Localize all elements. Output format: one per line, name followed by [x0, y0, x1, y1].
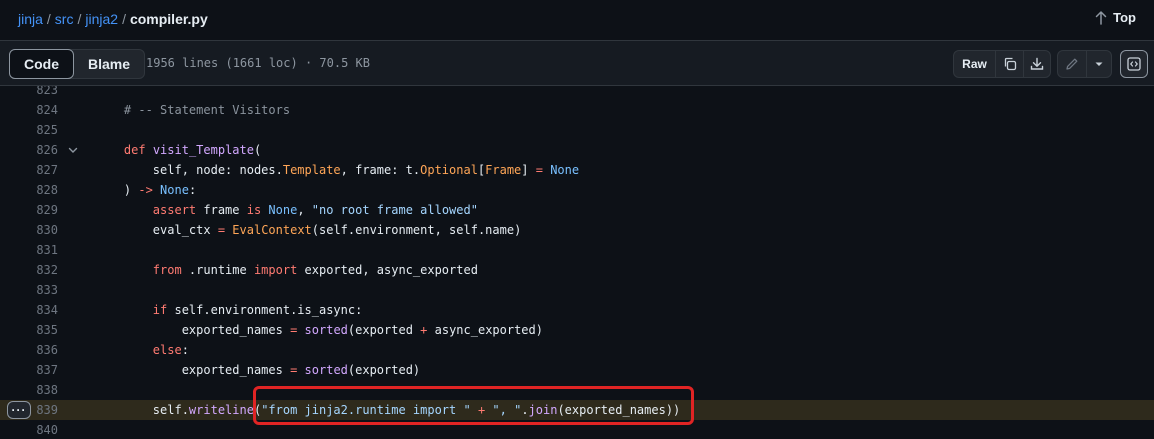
triangle-down-icon [1095, 62, 1103, 66]
code-line: 835 exported_names = sorted(exported + a… [0, 320, 1154, 340]
code-line: 824 # -- Statement Visitors [0, 100, 1154, 120]
code-line: 830 eval_ctx = EvalContext(self.environm… [0, 220, 1154, 240]
code-text: self, node: nodes.Template, frame: t.Opt… [95, 163, 580, 177]
code-text: self.writeline("from jinja2.runtime impo… [95, 403, 681, 417]
breadcrumb-current-file: compiler.py [129, 11, 208, 27]
code-line: 833 [0, 280, 1154, 300]
file-info: 1956 lines (1661 loc) · 70.5 KB [146, 56, 370, 70]
code-text: eval_ctx = EvalContext(self.environment,… [95, 223, 522, 237]
line-number[interactable]: 826 [0, 140, 58, 160]
symbols-panel-button[interactable] [1120, 50, 1148, 78]
code-line: 837 exported_names = sorted(exported) [0, 360, 1154, 380]
code-text: from .runtime import exported, async_exp… [152, 263, 478, 277]
download-icon [1030, 57, 1044, 70]
breadcrumb-link-jinja2[interactable]: jinja2 [85, 11, 118, 27]
breadcrumb-bar: jinja / src / jinja2/compiler.py Top [0, 0, 1154, 40]
line-number[interactable]: 828 [0, 180, 58, 200]
line-number[interactable]: 838 [0, 380, 58, 400]
code-line: 827 self, node: nodes.Template, frame: t… [0, 160, 1154, 180]
breadcrumb-separator: / [46, 11, 51, 27]
code-text: assert frame is None, "no root frame all… [152, 203, 478, 217]
breadcrumb: jinja / src / jinja2/compiler.py [18, 10, 208, 28]
code-text: exported_names = sorted(exported) [95, 363, 421, 377]
code-text: ) -> None: [95, 183, 197, 197]
code-line: 839 self.writeline("from jinja2.runtime … [0, 400, 1154, 420]
code-line: 836 else: [0, 340, 1154, 360]
edit-file-button[interactable] [1058, 51, 1086, 77]
code-line: 828 ) -> None: [0, 180, 1154, 200]
code-square-icon [1127, 57, 1141, 71]
line-number[interactable]: 833 [0, 280, 58, 300]
line-options-button[interactable]: ··· [7, 401, 31, 419]
raw-button[interactable]: Raw [954, 51, 996, 77]
code-text: exported_names = sorted(exported + async… [95, 323, 543, 337]
line-number[interactable]: 832 [0, 260, 58, 280]
line-number[interactable]: 824 [0, 100, 58, 120]
code-text: # -- Statement Visitors [123, 103, 291, 117]
edit-options-button[interactable] [1086, 51, 1111, 77]
pencil-icon [1066, 58, 1078, 70]
file-toolbar: Code Blame 1956 lines (1661 loc) · 70.5 … [0, 40, 1154, 86]
top-link-label: Top [1113, 10, 1136, 25]
download-button[interactable] [1024, 51, 1050, 77]
line-number[interactable]: 831 [0, 240, 58, 260]
breadcrumb-separator: / [122, 11, 126, 27]
line-number[interactable]: 829 [0, 200, 58, 220]
edit-file-group [1057, 50, 1112, 78]
line-number[interactable]: 837 [0, 360, 58, 380]
raw-button-label: Raw [962, 57, 987, 71]
code-text: if self.environment.is_async: [152, 303, 363, 317]
code-line: 823 [0, 86, 1154, 100]
line-number[interactable]: 823 [0, 86, 58, 100]
breadcrumb-link-src[interactable]: src [55, 11, 74, 27]
code-line: 829 assert frame is None, "no root frame… [0, 200, 1154, 220]
breadcrumb-link-jinja[interactable]: jinja [18, 11, 43, 27]
line-number[interactable]: 827 [0, 160, 58, 180]
code-line: 840 [0, 420, 1154, 439]
line-number[interactable]: 840 [0, 420, 58, 439]
tab-blame[interactable]: Blame [74, 50, 144, 78]
code-line: 834 if self.environment.is_async: [0, 300, 1154, 320]
top-link[interactable]: Top [1093, 10, 1136, 26]
copy-raw-button[interactable] [996, 51, 1024, 77]
copy-icon [1004, 57, 1016, 71]
code-line: 832 from .runtime import exported, async… [0, 260, 1154, 280]
code-view: 823 824 # -- Statement Visitors 825 826 def… [0, 86, 1154, 439]
code-text: def visit_Template( [123, 143, 262, 157]
arrow-up-icon [1095, 11, 1107, 25]
code-line: 831 [0, 240, 1154, 260]
raw-copy-download-group: Raw [953, 50, 1051, 78]
line-number[interactable]: 825 [0, 120, 58, 140]
line-number[interactable]: 835 [0, 320, 58, 340]
view-toggle: Code Blame [9, 49, 146, 79]
line-number[interactable]: 830 [0, 220, 58, 240]
tab-code[interactable]: Code [9, 49, 74, 79]
code-line: 838 [0, 380, 1154, 400]
line-number[interactable]: 836 [0, 340, 58, 360]
code-text: else: [152, 343, 189, 357]
code-line: 825 [0, 120, 1154, 140]
breadcrumb-separator: / [77, 11, 82, 27]
chevron-down-icon[interactable] [67, 144, 79, 156]
code-line: 826 def visit_Template( [0, 140, 1154, 160]
line-number[interactable]: 834 [0, 300, 58, 320]
